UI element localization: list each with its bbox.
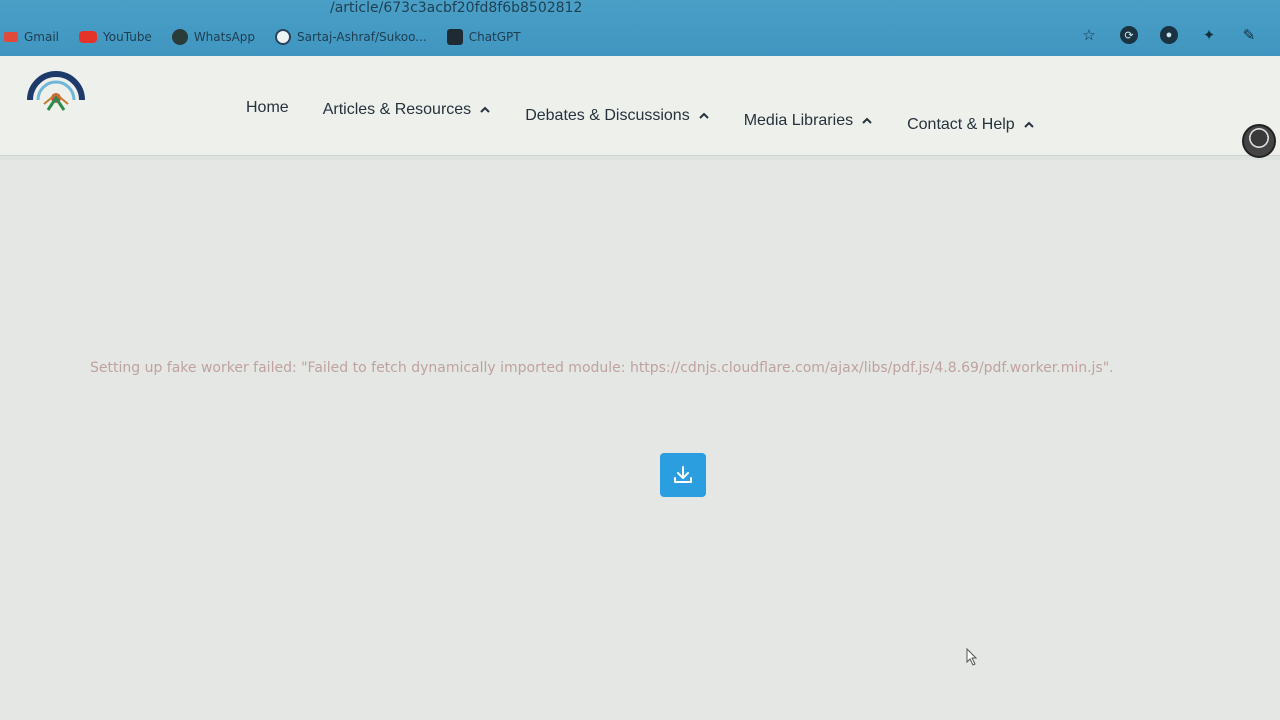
bookmark-whatsapp[interactable]: WhatsApp — [171, 29, 255, 45]
pen-icon[interactable]: ✎ — [1240, 26, 1258, 44]
bookmarks-bar: Gmail YouTube WhatsApp Sartaj-Ashraf/Suk… — [0, 18, 1100, 56]
puzzle-icon[interactable]: ✦ — [1200, 26, 1218, 44]
nav-contact-help[interactable]: Contact & Help — [907, 116, 1035, 134]
address-bar-text[interactable]: /article/673c3acbf20fd8f6b8502812 — [330, 0, 582, 16]
star-icon[interactable]: ☆ — [1080, 26, 1098, 44]
chevron-up-icon — [480, 106, 490, 113]
bookmark-gmail[interactable]: Gmail — [4, 30, 59, 44]
mouse-cursor-icon — [966, 648, 978, 666]
site-header: Home Articles & Resources Debates & Disc… — [0, 56, 1280, 158]
nav-home[interactable]: Home — [246, 99, 289, 117]
profile-extension-icon[interactable]: ● — [1160, 26, 1178, 44]
pdf-viewer-area: Setting up fake worker failed: "Failed t… — [0, 160, 1280, 720]
bookmark-youtube[interactable]: YouTube — [79, 30, 152, 44]
youtube-icon — [79, 31, 98, 43]
bookmark-chatgpt[interactable]: ChatGPT — [446, 29, 521, 45]
chevron-up-icon — [1023, 121, 1034, 128]
download-button[interactable] — [660, 453, 706, 497]
nav-debates-discussions[interactable]: Debates & Discussions — [525, 107, 710, 125]
site-logo[interactable] — [24, 64, 88, 116]
main-navigation: Home Articles & Resources Debates & Disc… — [246, 82, 1035, 134]
browser-actions: ☆ ⟳ ● ✦ ✎ — [1080, 20, 1280, 50]
chatgpt-icon — [446, 29, 463, 45]
error-message: Setting up fake worker failed: "Failed t… — [90, 360, 1114, 376]
user-avatar[interactable] — [1242, 124, 1276, 158]
extension-icon[interactable]: ⟳ — [1120, 26, 1138, 44]
chevron-up-icon — [698, 112, 709, 119]
nav-articles-resources[interactable]: Articles & Resources — [323, 101, 492, 119]
nav-media-libraries[interactable]: Media Libraries — [744, 112, 873, 130]
bookmark-github[interactable]: Sartaj-Ashraf/Sukoo... — [275, 29, 427, 45]
chevron-up-icon — [862, 117, 872, 124]
whatsapp-icon — [171, 29, 188, 45]
github-icon — [275, 29, 292, 45]
browser-toolbar: /article/673c3acbf20fd8f6b8502812 Gmail … — [0, 0, 1280, 62]
gmail-icon — [4, 32, 18, 42]
download-icon — [674, 466, 692, 483]
